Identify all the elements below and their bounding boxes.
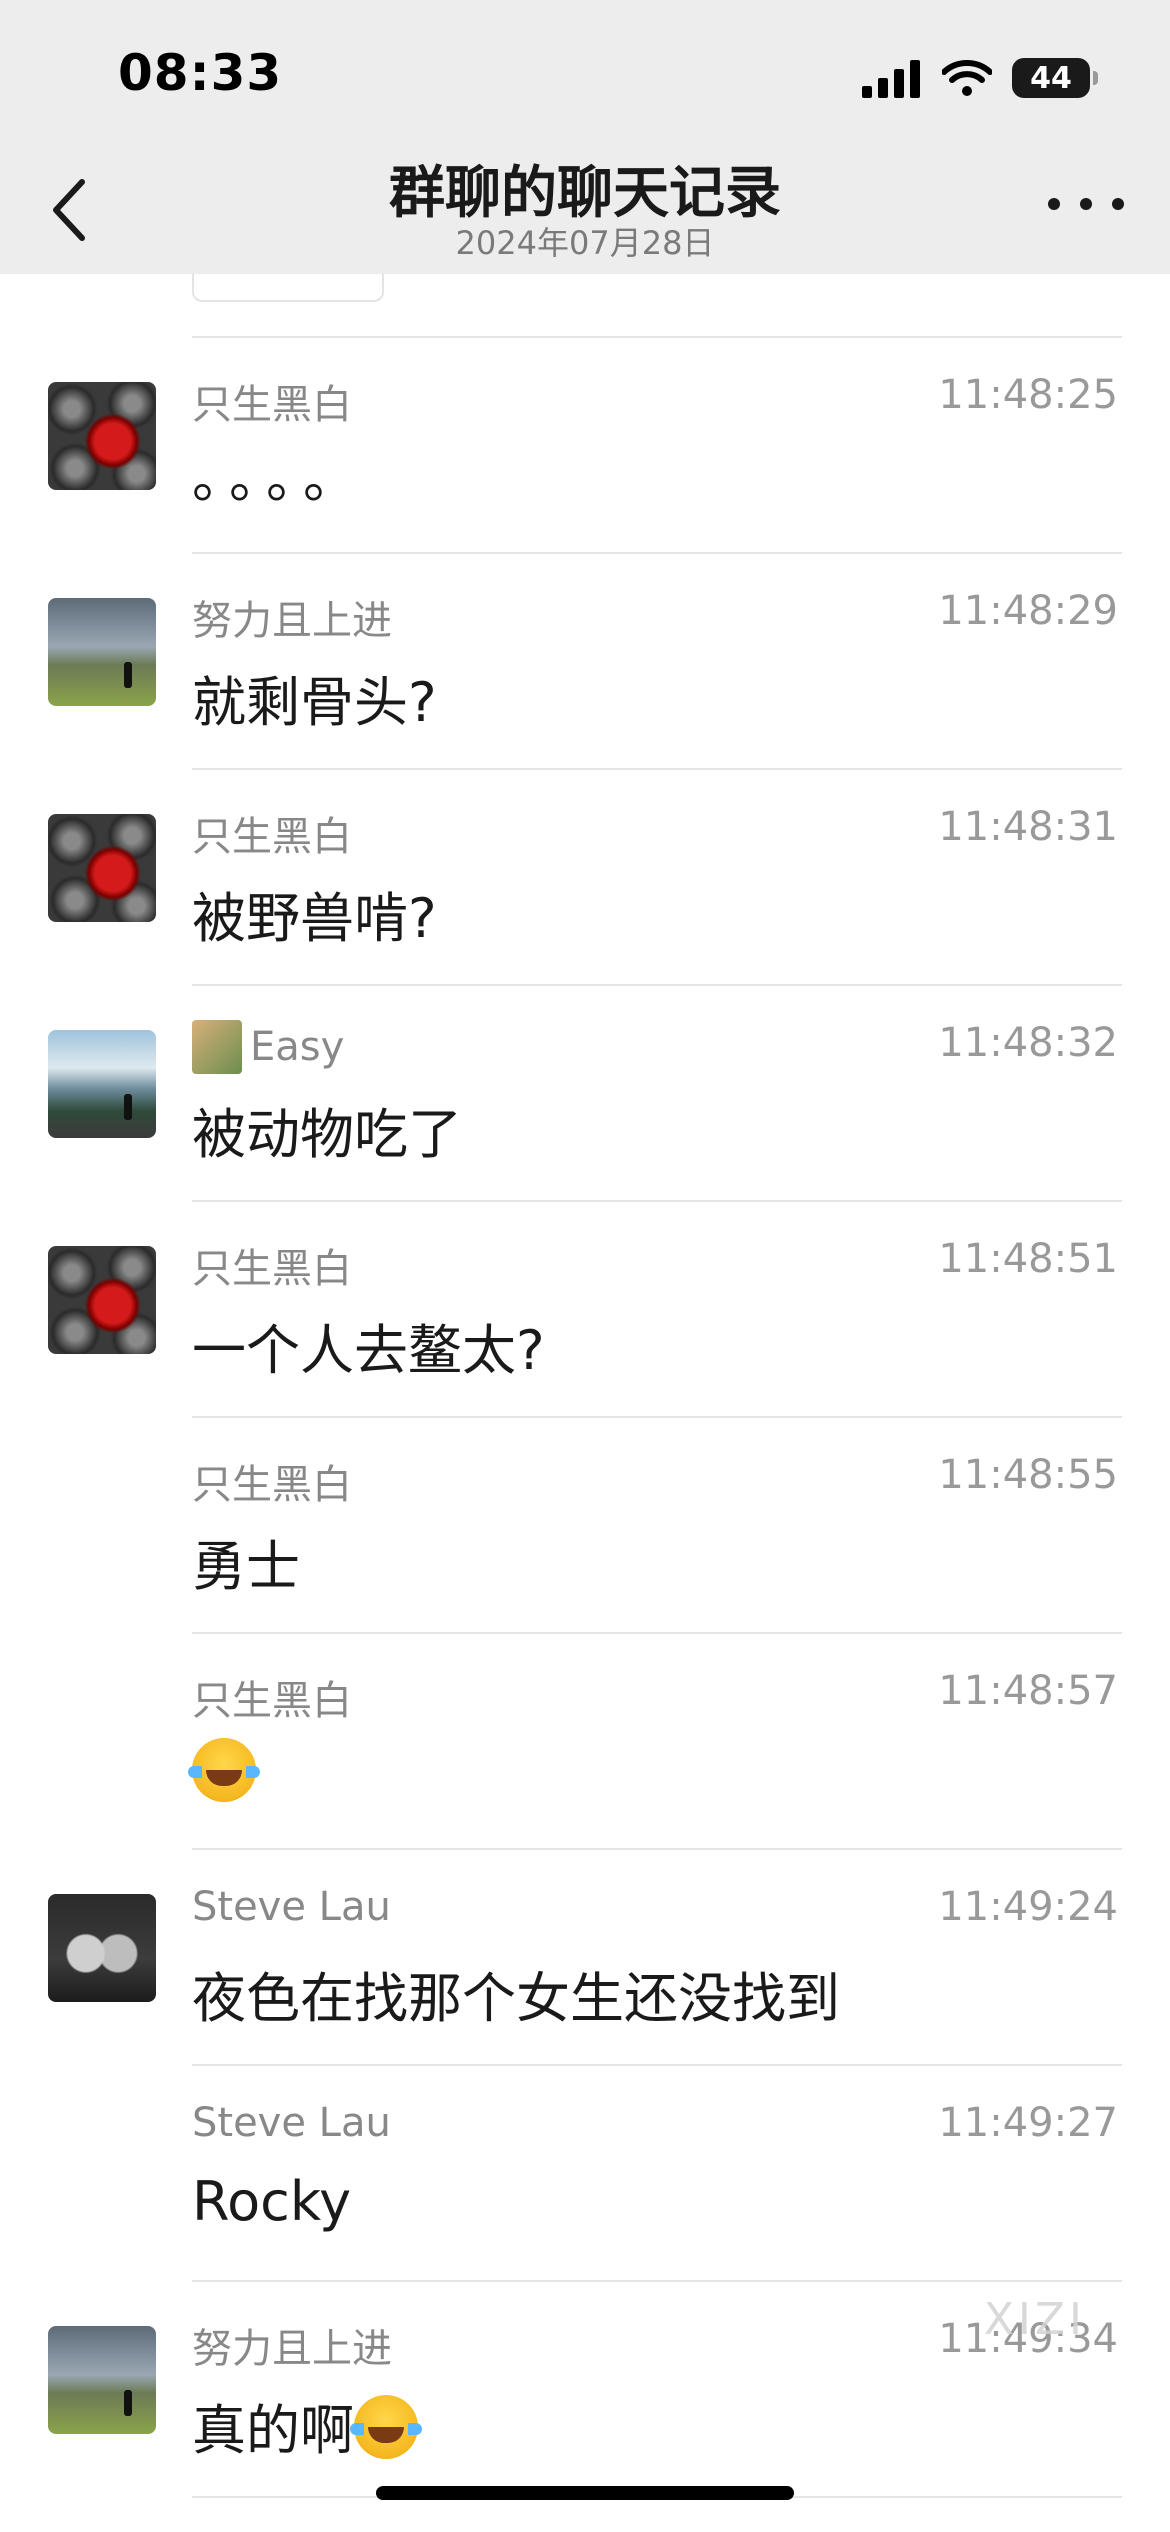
avatar[interactable] <box>48 2326 156 2434</box>
message-time: 11:48:31 <box>938 804 1118 850</box>
status-bar: 08:33 44 <box>0 0 1170 140</box>
sender-name: 只生黑白 <box>192 814 352 860</box>
status-icons: 44 <box>862 56 1098 100</box>
list-item[interactable]: 努力且上进 11:48:29 就剩骨头? <box>0 554 1170 770</box>
message-text: 勇士 <box>192 1535 300 1598</box>
wifi-icon <box>942 60 992 96</box>
list-item[interactable]: 只生黑白 11:48:57 <box>0 1634 1170 1850</box>
list-item[interactable]: 只生黑白 11:48:25 。。。。 <box>0 338 1170 554</box>
list-item[interactable]: 只生黑白 11:48:55 勇士 <box>0 1418 1170 1634</box>
previous-image-thumbnail[interactable] <box>192 274 384 302</box>
avatar[interactable] <box>48 814 156 922</box>
sender-name: Steve Lau <box>192 1884 391 1930</box>
sender-name: 只生黑白 <box>192 1462 352 1508</box>
list-item[interactable]: Steve Lau 11:49:24 夜色在找那个女生还没找到 <box>0 1850 1170 2066</box>
battery-indicator: 44 <box>1012 58 1098 98</box>
message-time: 11:48:55 <box>938 1452 1118 1498</box>
sender-name: 只生黑白 <box>192 1246 352 1292</box>
sender-name: 努力且上进 <box>192 598 392 644</box>
message-time: 11:49:27 <box>938 2100 1118 2146</box>
message-text: Rocky <box>192 2170 352 2233</box>
message-text: 。。。。 <box>192 447 367 510</box>
nav-bar: 群聊的聊天记录 2024年07月28日 <box>0 140 1170 274</box>
tears-of-joy-emoji-icon <box>188 1738 260 1802</box>
message-time: 11:48:32 <box>938 1020 1118 1066</box>
avatar[interactable] <box>48 1030 156 1138</box>
avatar[interactable] <box>48 598 156 706</box>
message-text: 被动物吃了 <box>192 1103 462 1166</box>
page-title: 群聊的聊天记录 <box>389 161 781 226</box>
watermark: XIZI <box>983 2294 1086 2345</box>
message-text: 真的啊 <box>192 2399 354 2462</box>
avatar[interactable] <box>48 1246 156 1354</box>
page-date: 2024年07月28日 <box>455 224 715 262</box>
message-time: 11:49:24 <box>938 1884 1118 1930</box>
list-item[interactable]: Easy 11:48:32 被动物吃了 <box>0 986 1170 1202</box>
message-text: 就剩骨头? <box>192 671 437 734</box>
home-indicator[interactable] <box>376 2486 794 2500</box>
sender-name: Easy <box>192 1020 344 1074</box>
crying-face-emoji-icon <box>350 2395 422 2459</box>
message-time: 11:48:51 <box>938 1236 1118 1282</box>
avatar[interactable] <box>48 1894 156 2002</box>
sender-name: 只生黑白 <box>192 1678 352 1724</box>
status-time: 08:33 <box>118 44 283 102</box>
message-text: 一个人去鳌太? <box>192 1319 545 1382</box>
climber-emoji-icon <box>192 1020 242 1074</box>
sender-name: 努力且上进 <box>192 2326 392 2372</box>
avatar[interactable] <box>48 382 156 490</box>
message-content: 真的啊 <box>192 2386 422 2465</box>
message-text: 夜色在找那个女生还没找到 <box>192 1967 840 2030</box>
sender-name: Steve Lau <box>192 2100 391 2146</box>
list-item[interactable]: 只生黑白 11:48:51 一个人去鳌太? <box>0 1202 1170 1418</box>
message-content <box>188 1738 260 1805</box>
sender-name: 只生黑白 <box>192 382 352 428</box>
list-item[interactable]: 只生黑白 11:48:31 被野兽啃? <box>0 770 1170 986</box>
message-time: 11:48:29 <box>938 588 1118 634</box>
message-time: 11:48:57 <box>938 1668 1118 1714</box>
list-item[interactable]: Steve Lau 11:49:27 Rocky <box>0 2066 1170 2282</box>
ellipsis-icon[interactable] <box>1048 184 1124 224</box>
message-time: 11:48:25 <box>938 372 1118 418</box>
cellular-signal-icon <box>862 60 920 98</box>
message-text: 被野兽啃? <box>192 887 437 950</box>
